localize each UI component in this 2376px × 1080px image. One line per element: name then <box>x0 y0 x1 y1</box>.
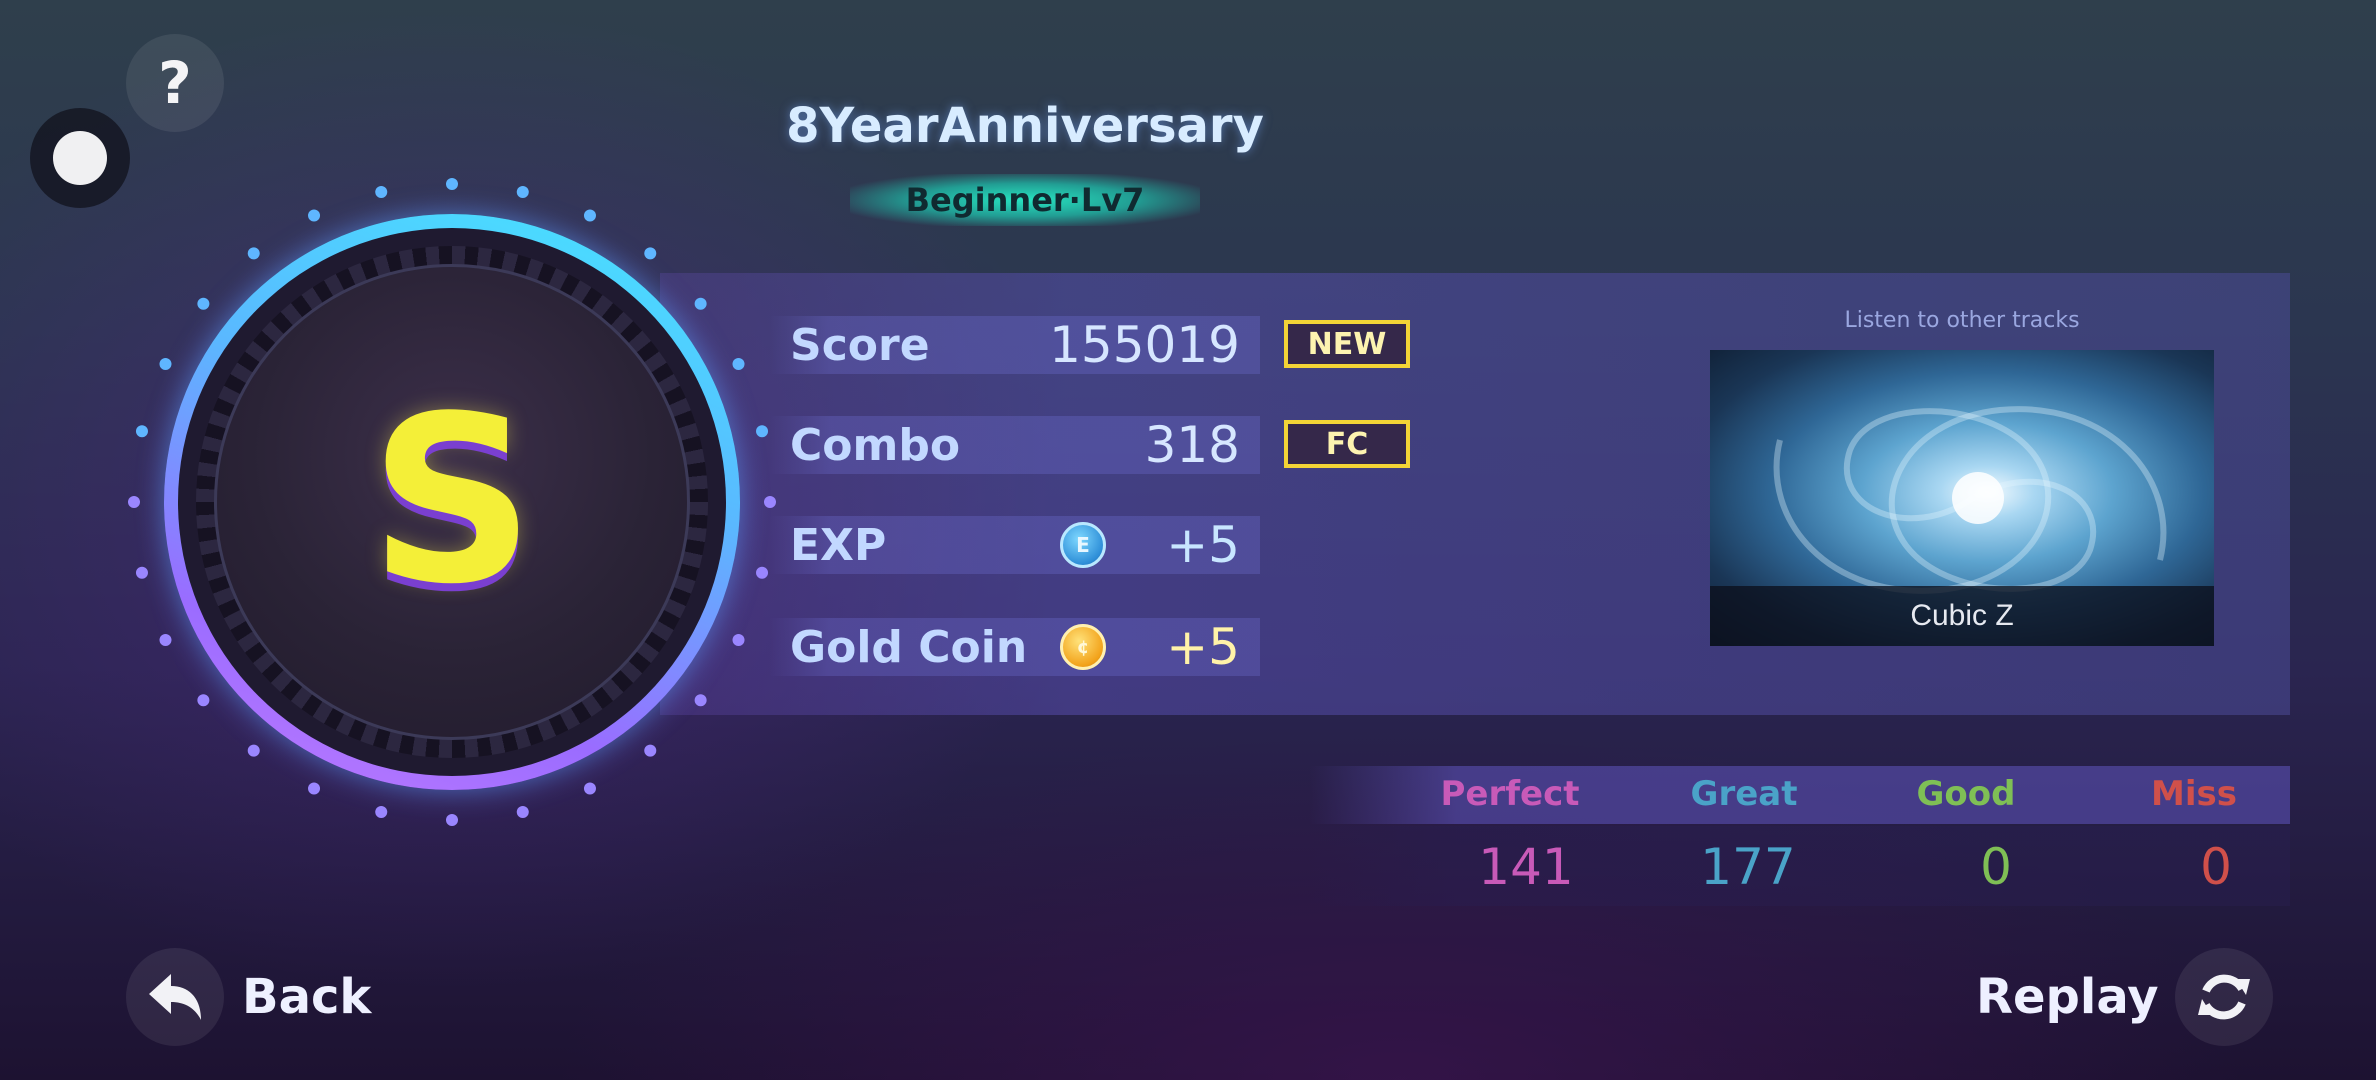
exp-icon: E <box>1060 522 1106 568</box>
ring-dot <box>247 744 260 757</box>
combo-label: Combo <box>790 420 961 471</box>
ring-dot <box>644 744 657 757</box>
other-track-card[interactable]: Cubic Z <box>1710 350 2214 646</box>
ring-dot <box>583 209 596 222</box>
ring-dot <box>446 814 458 826</box>
new-badge-label: NEW <box>1307 326 1387 362</box>
miss-value: 0 <box>2200 838 2232 896</box>
gold-coin-row: Gold Coin ¢ +5 <box>770 618 1260 676</box>
replay-label: Replay <box>1976 969 2159 1025</box>
gold-coin-icon: ¢ <box>1060 624 1106 670</box>
ring-dot <box>644 247 657 260</box>
exp-icon-letter: E <box>1076 533 1090 557</box>
score-label: Score <box>790 320 930 371</box>
ring-dot <box>764 496 776 508</box>
ring-dot <box>516 806 529 819</box>
great-value: 177 <box>1700 838 1796 896</box>
ring-dot <box>694 297 707 310</box>
miss-label: Miss <box>2151 774 2237 814</box>
difficulty-label: Beginner·Lv7 <box>905 181 1145 219</box>
back-arrow-icon <box>126 948 224 1046</box>
back-button[interactable]: Back <box>126 948 371 1046</box>
floating-assist-button[interactable] <box>30 108 130 208</box>
ring-dot <box>732 358 745 371</box>
ring-dot <box>159 358 172 371</box>
assist-dot-icon <box>53 131 107 185</box>
ring-dot <box>197 694 210 707</box>
ring-dot <box>583 782 596 795</box>
replay-icon <box>2174 948 2273 1046</box>
ring-dot <box>135 566 148 579</box>
replay-button[interactable]: Replay <box>1976 948 2273 1046</box>
rank-decoration-dots <box>128 178 776 826</box>
score-row: Score 155019 <box>770 316 1260 374</box>
exp-label: EXP <box>790 520 887 571</box>
ring-dot <box>308 782 321 795</box>
combo-value: 318 <box>1144 416 1240 474</box>
difficulty-badge: Beginner·Lv7 <box>850 174 1200 226</box>
ring-dot <box>732 633 745 646</box>
new-record-badge: NEW <box>1284 320 1410 368</box>
ring-dot <box>247 247 260 260</box>
ring-dot <box>159 633 172 646</box>
good-value: 0 <box>1980 838 2012 896</box>
ring-dot <box>694 694 707 707</box>
exp-value: +5 <box>1166 516 1240 574</box>
ring-dot <box>756 425 769 438</box>
gold-coin-value: +5 <box>1166 618 1240 676</box>
full-combo-badge: FC <box>1284 420 1410 468</box>
ring-dot <box>446 178 458 190</box>
ring-dot <box>516 185 529 198</box>
great-label: Great <box>1690 774 1798 814</box>
ring-dot <box>128 496 140 508</box>
help-button[interactable]: ? <box>126 34 224 132</box>
gold-coin-label: Gold Coin <box>790 622 1028 673</box>
ring-dot <box>308 209 321 222</box>
fc-badge-label: FC <box>1325 426 1369 462</box>
ring-dot <box>197 297 210 310</box>
good-label: Good <box>1916 774 2016 814</box>
question-icon: ? <box>158 49 192 117</box>
exp-row: EXP E +5 <box>770 516 1260 574</box>
track-name: Cubic Z <box>1910 599 2014 632</box>
listen-other-tracks-label: Listen to other tracks <box>1844 308 2080 333</box>
ring-dot <box>375 185 388 198</box>
perfect-label: Perfect <box>1440 774 1580 814</box>
judgement-header: Perfect Great Good Miss <box>1310 766 2290 824</box>
judgement-values: 141 177 0 0 <box>1310 826 2290 906</box>
track-caption: Cubic Z <box>1710 586 2214 646</box>
score-value: 155019 <box>1049 316 1240 374</box>
ring-dot <box>756 566 769 579</box>
perfect-value: 141 <box>1478 838 1574 896</box>
back-label: Back <box>242 969 372 1025</box>
combo-row: Combo 318 <box>770 416 1260 474</box>
ring-dot <box>135 425 148 438</box>
ring-dot <box>375 806 388 819</box>
song-title: 8YearAnniversary <box>786 98 1264 154</box>
